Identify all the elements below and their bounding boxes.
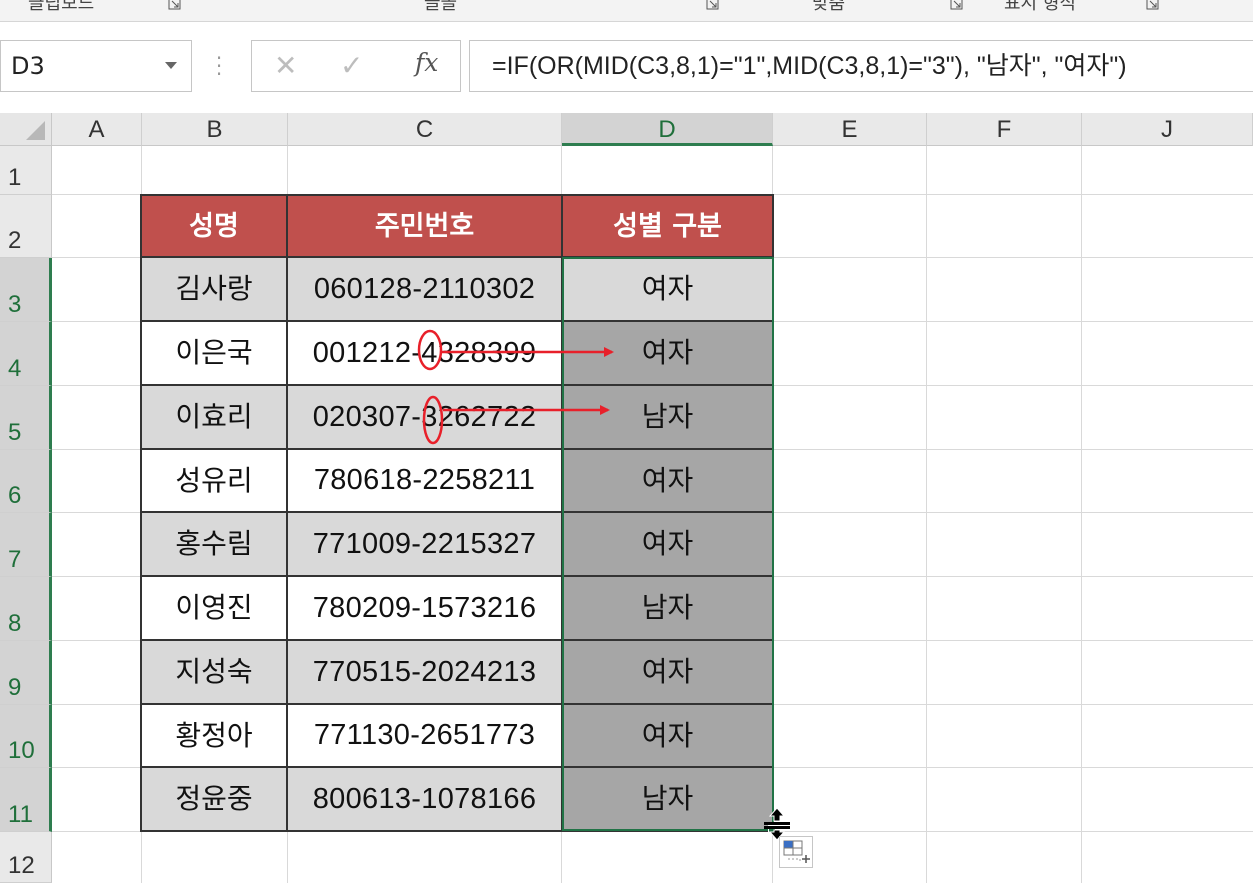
annotation-circle-row4 [417, 329, 443, 371]
auto-fill-options-button[interactable] [779, 836, 813, 868]
annotation-circle-row5 [422, 395, 444, 445]
auto-fill-options-icon [783, 840, 810, 863]
annotation-overlay [417, 329, 614, 445]
